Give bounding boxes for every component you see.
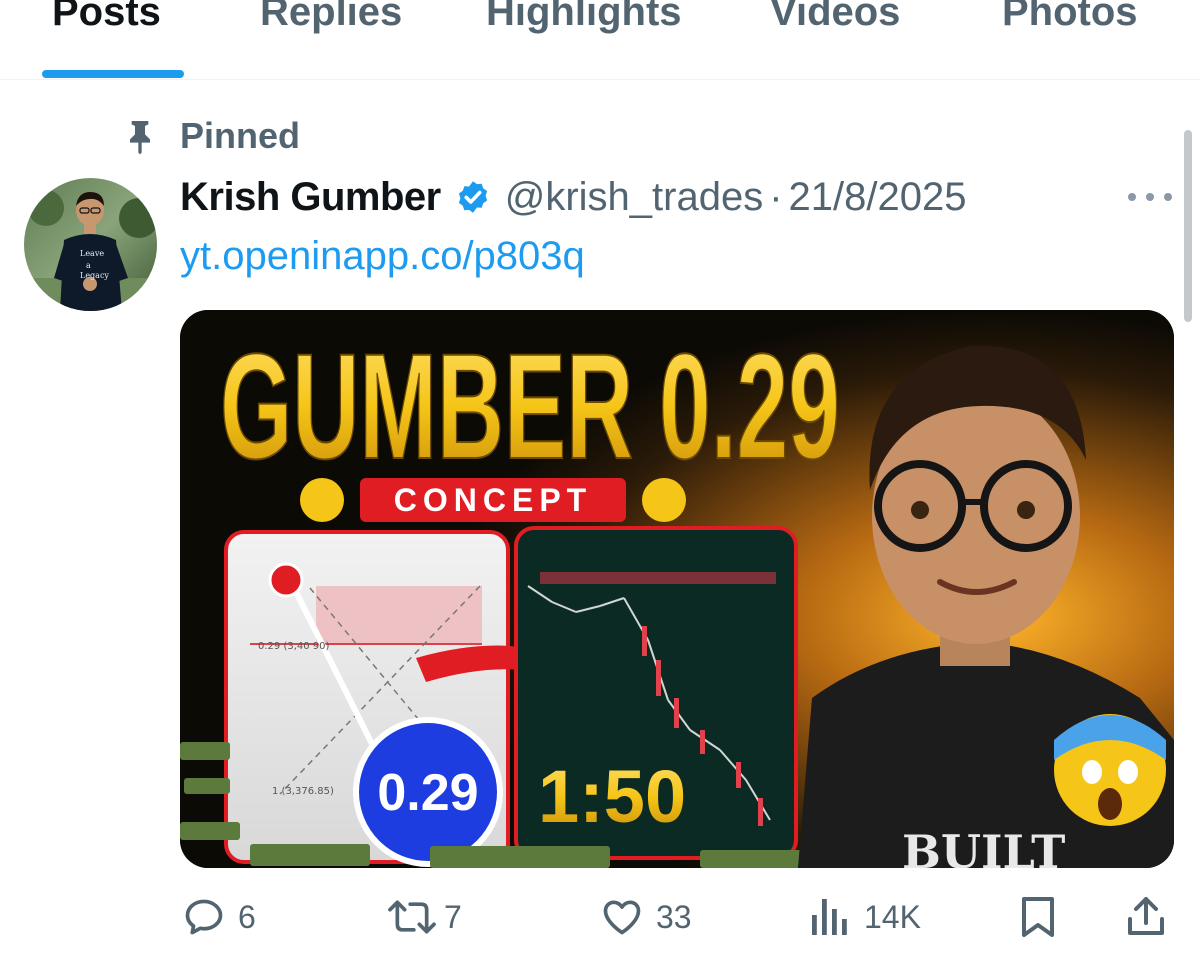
author-handle[interactable]: @krish_trades bbox=[505, 175, 763, 220]
pinned-label: Pinned bbox=[180, 115, 301, 156]
svg-text:Legacy: Legacy bbox=[80, 271, 109, 280]
avatar[interactable]: Leave a Legacy bbox=[24, 178, 157, 311]
svg-text:Leave: Leave bbox=[80, 249, 104, 258]
post-date[interactable]: 21/8/2025 bbox=[789, 175, 967, 220]
heart-icon bbox=[603, 900, 641, 935]
like-button[interactable]: 33 bbox=[600, 892, 692, 942]
pinned-indicator: Pinned bbox=[120, 112, 300, 160]
views-count: 14K bbox=[864, 898, 921, 935]
thumbnail-ratio: 1:50 bbox=[538, 755, 686, 838]
views-chart-icon bbox=[812, 899, 847, 935]
scrollbar-thumb[interactable] bbox=[1184, 130, 1192, 322]
reply-button[interactable]: 6 bbox=[182, 892, 256, 942]
more-options-icon[interactable] bbox=[1128, 180, 1172, 214]
tab-replies[interactable]: Replies bbox=[260, 0, 402, 35]
reply-icon bbox=[185, 899, 223, 935]
thumbnail-shirt-text: BUILT bbox=[902, 825, 1065, 868]
tab-videos[interactable]: Videos bbox=[770, 0, 900, 35]
tab-photos[interactable]: Photos bbox=[1002, 0, 1138, 35]
post-link[interactable]: yt.openinapp.co/p803q bbox=[180, 234, 585, 279]
share-icon bbox=[1128, 897, 1164, 935]
verified-badge-icon[interactable] bbox=[455, 179, 491, 215]
chart-label-base: 1 (3,376.85) bbox=[272, 786, 334, 797]
tab-posts[interactable]: Posts bbox=[52, 0, 161, 35]
thumbnail-subtitle: CONCEPT bbox=[394, 482, 592, 518]
repost-button[interactable]: 7 bbox=[386, 892, 462, 942]
repost-count: 7 bbox=[444, 898, 462, 935]
author-name[interactable]: Krish Gumber bbox=[180, 175, 441, 220]
svg-text:a: a bbox=[86, 261, 91, 270]
bookmark-button[interactable] bbox=[1020, 892, 1056, 942]
header-separator: · bbox=[769, 174, 783, 219]
like-count: 33 bbox=[656, 898, 692, 935]
reply-count: 6 bbox=[238, 898, 256, 935]
pin-icon bbox=[130, 121, 150, 155]
repost-icon bbox=[388, 900, 436, 934]
share-button[interactable] bbox=[1126, 892, 1166, 942]
thumbnail-title: GUMBER 0.29 bbox=[220, 322, 840, 490]
post-media-thumbnail[interactable]: GUMBER 0.29 CONCEPT 0.29 (3,40 90) 1 (3,… bbox=[180, 310, 1174, 868]
post-header: Krish Gumber @krish_trades · 21/8/2025 bbox=[180, 170, 966, 224]
chart-label-fib: 0.29 (3,40 90) bbox=[258, 641, 330, 652]
thumbnail-badge: 0.29 bbox=[377, 764, 478, 822]
tab-highlights[interactable]: Highlights bbox=[486, 0, 682, 35]
active-tab-indicator bbox=[42, 70, 184, 78]
bookmark-icon bbox=[1022, 897, 1054, 937]
profile-tab-bar: Posts Replies Highlights Videos Photos bbox=[0, 0, 1200, 80]
views-button[interactable]: 14K bbox=[810, 892, 921, 942]
